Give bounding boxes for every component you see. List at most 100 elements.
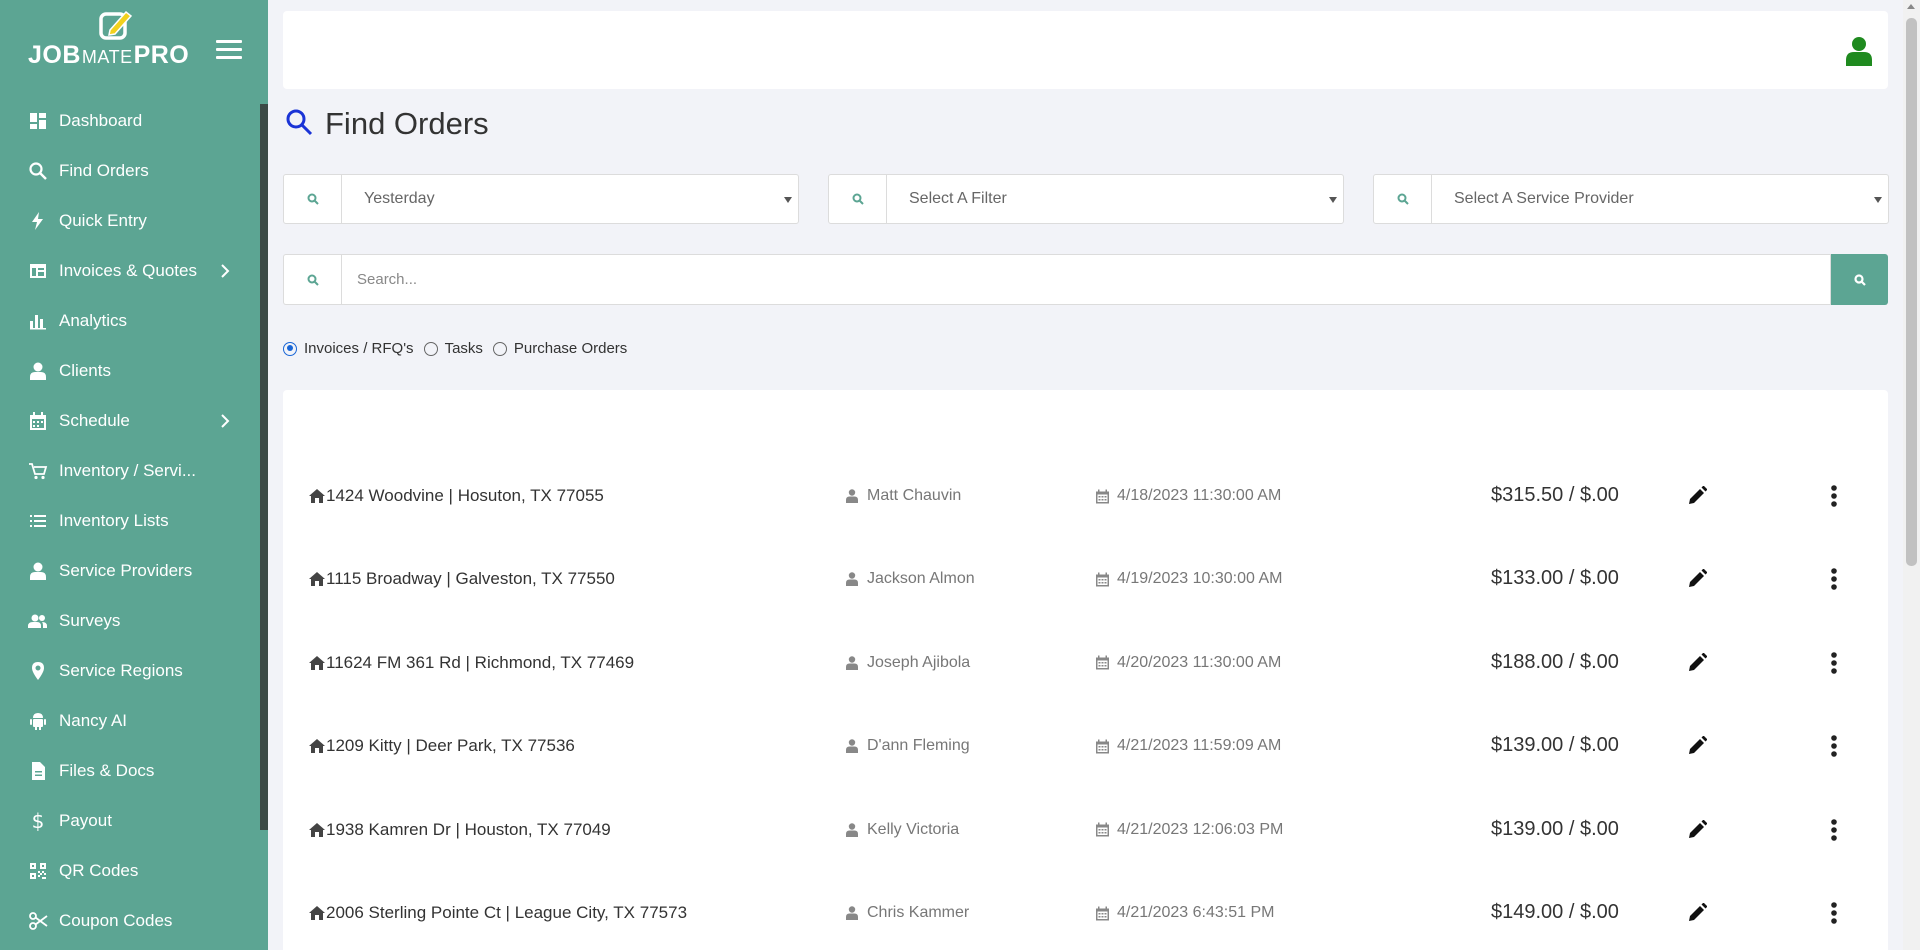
order-address[interactable]: 1938 Kamren Dr | Houston, TX 77049: [309, 820, 611, 840]
order-amount-text: $188.00 / $.00: [1491, 650, 1619, 673]
sidebar-item-inventory-lists[interactable]: Inventory Lists: [0, 496, 268, 546]
order-date: 4/21/2023 6:43:51 PM: [1095, 904, 1274, 922]
edit-button[interactable]: [1687, 568, 1708, 589]
order-address-text: 1424 Woodvine | Hosuton, TX 77055: [326, 486, 604, 505]
page-scrollbar[interactable]: [1903, 0, 1920, 950]
scroll-up-icon[interactable]: [1907, 4, 1915, 9]
sidebar-item-dashboard[interactable]: Dashboard: [0, 96, 268, 146]
menu-toggle-icon[interactable]: [216, 40, 242, 60]
filter-select[interactable]: Select A Filter: [887, 175, 1343, 223]
sidebar-item-label: Inventory / Servi...: [59, 461, 196, 480]
edit-button[interactable]: [1687, 652, 1708, 673]
date-range-select[interactable]: Yesterday: [342, 175, 798, 223]
order-row[interactable]: 1424 Woodvine | Hosuton, TX 77055 Matt Ch…: [283, 456, 1888, 539]
date-range-value: Yesterday: [364, 190, 435, 207]
more-options-button[interactable]: [1830, 651, 1838, 675]
search-input[interactable]: [341, 254, 1831, 305]
order-row[interactable]: 1209 Kitty | Deer Park, TX 77536 D'ann Fl…: [283, 706, 1888, 789]
sidebar-nav: Dashboard Find Orders Quick Entry Invoices …: [0, 96, 268, 946]
kebab-menu-icon: [1830, 735, 1838, 762]
order-row[interactable]: 11624 FM 361 Rd | Richmond, TX 77469 Jose…: [283, 623, 1888, 706]
list-icon: [28, 511, 48, 531]
sidebar-item-clients[interactable]: Clients: [0, 346, 268, 396]
order-row[interactable]: 1938 Kamren Dr | Houston, TX 77049 Kelly …: [283, 790, 1888, 873]
sidebar-item-coupon-codes[interactable]: Coupon Codes: [0, 896, 268, 946]
brand-text-pro: PRO: [133, 40, 190, 69]
search-icon: [28, 161, 48, 181]
order-row[interactable]: 2006 Sterling Pointe Ct | League City, T…: [283, 873, 1888, 950]
calendar-icon: [1095, 655, 1117, 670]
sidebar-item-label: Payout: [59, 811, 112, 830]
sidebar-item-files-docs[interactable]: Files & Docs: [0, 746, 268, 796]
caret-down-icon: [1874, 197, 1882, 203]
calendar-icon: [28, 411, 48, 431]
edit-button[interactable]: [1687, 819, 1708, 840]
service-provider-select[interactable]: Select A Service Provider: [1432, 175, 1888, 223]
sidebar-item-label: Nancy AI: [59, 711, 128, 730]
edit-button[interactable]: [1687, 735, 1708, 756]
radio-button[interactable]: [283, 341, 297, 356]
caret-down-icon: [784, 197, 792, 203]
order-address[interactable]: 2006 Sterling Pointe Ct | League City, T…: [309, 903, 687, 923]
invoice-icon: [28, 261, 48, 281]
user-account-icon[interactable]: [1846, 36, 1872, 66]
order-amount: $149.00 / $.00: [1491, 901, 1619, 924]
edit-button[interactable]: [1687, 485, 1708, 506]
order-date: 4/21/2023 11:59:09 AM: [1095, 737, 1281, 755]
more-options-button[interactable]: [1830, 484, 1838, 508]
sidebar-item-inventory-servi[interactable]: Inventory / Servi...: [0, 446, 268, 496]
order-address[interactable]: 11624 FM 361 Rd | Richmond, TX 77469: [309, 653, 634, 673]
sidebar-item-analytics[interactable]: Analytics: [0, 296, 268, 346]
order-client: Kelly Victoria: [846, 821, 959, 839]
person-icon: [846, 739, 867, 754]
search-bar: [283, 254, 1888, 305]
sidebar-item-label: QR Codes: [59, 861, 139, 880]
sidebar-item-schedule[interactable]: Schedule: [0, 396, 268, 446]
sidebar-item-label: Dashboard: [59, 111, 143, 130]
sidebar-item-nancy-ai[interactable]: Nancy AI: [0, 696, 268, 746]
order-date-text: 4/21/2023 11:59:09 AM: [1117, 737, 1282, 755]
sidebar-item-qr-codes[interactable]: QR Codes: [0, 846, 268, 896]
home-icon: [309, 738, 326, 754]
more-options-button[interactable]: [1830, 567, 1838, 591]
sidebar-item-label: Analytics: [59, 311, 128, 330]
sidebar-item-service-regions[interactable]: Service Regions: [0, 646, 268, 696]
order-row[interactable]: 1115 Broadway | Galveston, TX 77550 Jacks…: [283, 539, 1888, 622]
brand-logo[interactable]: JOB MATE PRO: [28, 41, 189, 70]
order-client: D'ann Fleming: [846, 737, 970, 755]
sidebar-item-payout[interactable]: $ Payout: [0, 796, 268, 846]
sidebar-item-quick-entry[interactable]: Quick Entry: [0, 196, 268, 246]
home-icon: [309, 822, 326, 838]
sidebar-item-find-orders[interactable]: Find Orders: [0, 146, 268, 196]
order-address[interactable]: 1115 Broadway | Galveston, TX 77550: [309, 569, 615, 589]
radio-option[interactable]: Invoices / RFQ's: [283, 340, 414, 357]
sidebar-item-invoices-quotes[interactable]: Invoices & Quotes: [0, 246, 268, 296]
order-client-text: Kelly Victoria: [867, 820, 960, 838]
home-icon: [309, 488, 326, 504]
order-address[interactable]: 1209 Kitty | Deer Park, TX 77536: [309, 736, 575, 756]
calendar-icon: [1095, 739, 1117, 754]
order-amount: $188.00 / $.00: [1491, 651, 1619, 674]
sidebar: JOB MATE PRO Dashboard Find Orders Quick E…: [0, 0, 268, 950]
radio-button[interactable]: [423, 341, 438, 356]
edit-button[interactable]: [1687, 902, 1708, 923]
radio-button[interactable]: [492, 341, 507, 356]
more-options-button[interactable]: [1830, 818, 1838, 842]
scrollbar-thumb[interactable]: [1906, 18, 1917, 566]
search-button[interactable]: [1831, 254, 1888, 305]
radio-option[interactable]: Tasks: [423, 340, 483, 357]
sidebar-item-service-providers[interactable]: Service Providers: [0, 546, 268, 596]
scissors-icon: [28, 911, 48, 931]
sidebar-item-surveys[interactable]: Surveys: [0, 596, 268, 646]
radio-option[interactable]: Purchase Orders: [492, 340, 627, 357]
more-options-button[interactable]: [1830, 734, 1838, 758]
more-options-button[interactable]: [1830, 901, 1838, 925]
svg-text:$: $: [32, 811, 45, 831]
order-address[interactable]: 1424 Woodvine | Hosuton, TX 77055: [309, 486, 604, 506]
cart-icon: [28, 461, 48, 481]
order-date-text: 4/18/2023 11:30:00 AM: [1117, 487, 1282, 504]
order-amount-text: $133.00 / $.00: [1491, 567, 1619, 590]
person-icon: [846, 572, 867, 587]
search-icon: [284, 175, 342, 223]
calendar-icon: [1095, 572, 1117, 587]
